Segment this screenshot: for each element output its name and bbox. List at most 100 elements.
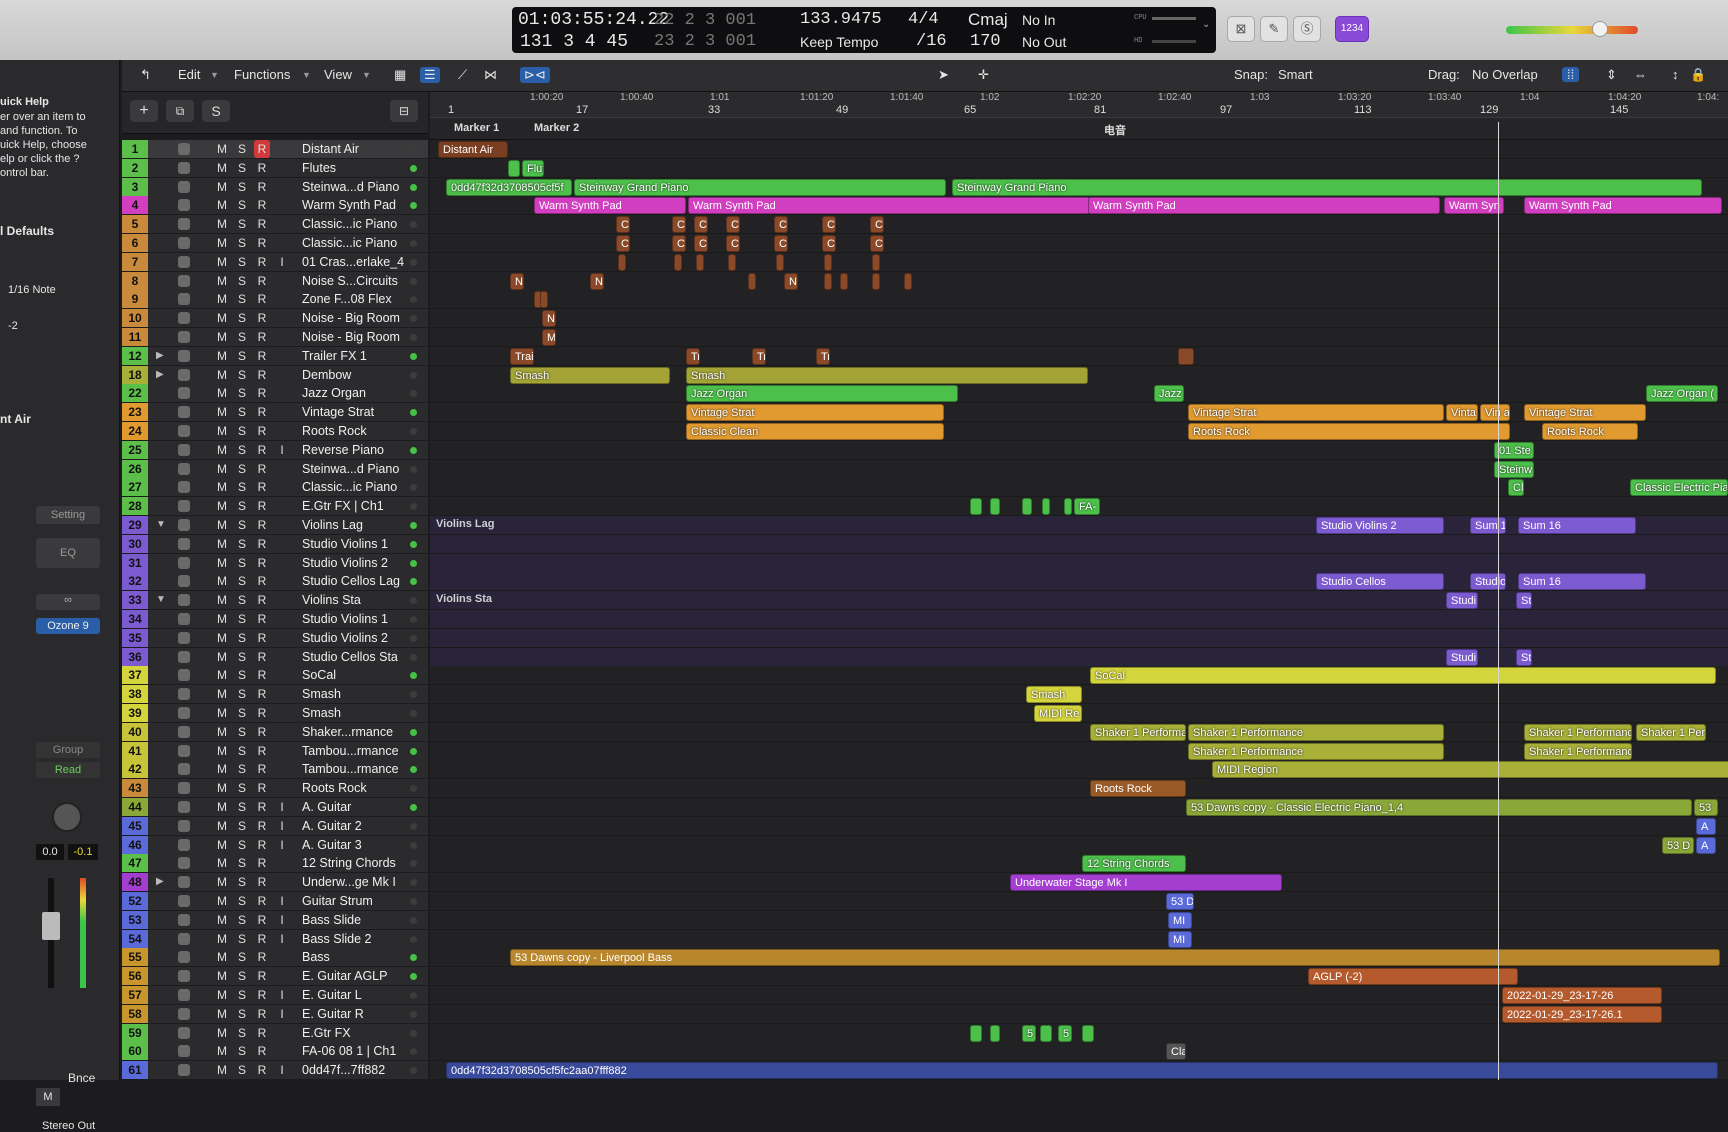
solo-button[interactable]: S (234, 817, 250, 835)
track-header[interactable]: 33 ▼ M S R Violins Sta (122, 591, 428, 611)
mute-button[interactable]: M (214, 441, 230, 459)
eq-button[interactable]: EQ (36, 538, 100, 568)
record-button[interactable]: R (254, 347, 270, 365)
record-button[interactable]: R (254, 1024, 270, 1042)
waveform-zoom-icon[interactable]: ⁞⁞ (1562, 67, 1580, 82)
solo-button[interactable]: S (234, 384, 250, 402)
count-in-badge[interactable]: 1234 (1335, 16, 1369, 42)
region[interactable]: Classic Clean (686, 423, 944, 440)
record-button[interactable]: R (254, 159, 270, 177)
region[interactable]: Cla (1166, 1043, 1186, 1061)
region[interactable] (1064, 498, 1072, 516)
region[interactable] (872, 272, 880, 290)
mute-button[interactable]: M (214, 760, 230, 778)
input-monitor-button[interactable]: I (274, 1061, 290, 1079)
track-header[interactable]: 31 M S R Studio Violins 2 (122, 553, 428, 573)
mute-button[interactable]: M (214, 347, 230, 365)
region[interactable]: N (510, 272, 524, 290)
expand-arrow-icon[interactable]: ▶ (156, 366, 164, 384)
solo-button[interactable]: S (234, 441, 250, 459)
region[interactable]: Cl (726, 235, 740, 252)
marker[interactable]: Marker 2 (534, 122, 579, 134)
record-button[interactable]: R (254, 1042, 270, 1060)
record-button[interactable]: R (254, 384, 270, 402)
region[interactable]: 0dd47f32d3708505cf5fc2aa07fff882 (446, 1062, 1718, 1080)
track-header[interactable]: 2 M S R Flutes (122, 158, 428, 178)
mute-button[interactable]: M (214, 253, 230, 271)
record-button[interactable]: R (254, 685, 270, 703)
lock-icon[interactable]: 🔒 (1690, 67, 1706, 83)
mute-button[interactable]: M (214, 309, 230, 327)
record-button[interactable]: R (254, 911, 270, 929)
record-button[interactable]: R (254, 422, 270, 440)
mute-button[interactable]: M (214, 967, 230, 985)
track-header[interactable]: 6 M S R Classic...ic Piano (122, 234, 428, 253)
volume-fader[interactable] (42, 912, 60, 940)
record-button[interactable]: R (254, 460, 270, 478)
crosshair-tool-icon[interactable]: ✛ (978, 67, 989, 83)
mute-button[interactable]: M (214, 610, 230, 628)
region[interactable]: Roots Rock (1090, 780, 1186, 798)
region[interactable] (540, 291, 548, 309)
region[interactable]: Studio Cellos (1316, 573, 1444, 591)
solo-button[interactable]: S (234, 309, 250, 327)
region[interactable]: Cl (870, 216, 884, 234)
edit-menu[interactable]: Edit (178, 67, 200, 82)
track-header[interactable]: 36 M S R Studio Cellos Sta (122, 647, 428, 667)
mute-button[interactable]: M (214, 873, 230, 891)
mute-button[interactable]: M (214, 648, 230, 666)
list-view-icon[interactable]: ☰ (420, 67, 440, 83)
grid-view-icon[interactable]: ▦ (394, 67, 406, 83)
flex-icon[interactable]: ⋈ (484, 67, 497, 83)
mute-button[interactable]: M (214, 836, 230, 854)
region[interactable] (696, 253, 704, 271)
solo-button[interactable]: S (234, 140, 250, 158)
region[interactable] (508, 159, 520, 177)
solo-button[interactable]: S (234, 948, 250, 966)
mute-button[interactable]: M (214, 704, 230, 722)
pointer-tool-icon[interactable]: ➤ (938, 67, 949, 83)
marker-row[interactable]: Marker 1 Marker 2 电音 (430, 118, 1728, 140)
track-header[interactable]: 29 ▼ M S R Violins Lag (122, 516, 428, 535)
track-header[interactable]: 1 M S R Distant Air (122, 140, 428, 159)
back-icon[interactable]: ↰ (140, 67, 151, 83)
region[interactable]: Tr (686, 347, 700, 365)
track-header[interactable]: 11 M S R Noise - Big Room (122, 328, 428, 347)
record-button[interactable]: R (254, 836, 270, 854)
track-header[interactable]: 34 M S R Studio Violins 1 (122, 610, 428, 629)
track-header[interactable]: 12 ▶ M S R Trailer FX 1 (122, 346, 428, 366)
input-monitor-button[interactable]: I (274, 798, 290, 816)
mute-button[interactable]: M (214, 742, 230, 760)
mute-button[interactable]: M (214, 403, 230, 421)
record-button[interactable]: R (254, 666, 270, 684)
solo-button[interactable]: S (234, 215, 250, 233)
record-button[interactable]: R (254, 497, 270, 515)
catch-icon[interactable]: ⊳⊲ (520, 67, 550, 83)
track-header[interactable]: 10 M S R Noise - Big Room (122, 309, 428, 329)
region[interactable]: Cl (694, 235, 708, 252)
solo-button[interactable]: S (234, 554, 250, 572)
solo-button[interactable]: S (234, 159, 250, 177)
playhead[interactable] (1498, 122, 1499, 1080)
mute-button[interactable]: M (214, 629, 230, 647)
region[interactable]: Vintage Strat (686, 404, 944, 422)
record-button[interactable]: R (254, 892, 270, 910)
tuner-icon[interactable]: ✎ (1260, 16, 1288, 42)
record-button[interactable]: R (254, 535, 270, 553)
mute-button[interactable]: M (214, 290, 230, 308)
solo-icon[interactable]: Ⓢ (1293, 16, 1321, 42)
region[interactable]: Smash (686, 366, 1088, 384)
region[interactable]: Warm Syn (1444, 197, 1504, 215)
mute-button[interactable]: M (214, 1005, 230, 1023)
mute-button[interactable]: M (214, 854, 230, 872)
region[interactable]: Tr (752, 347, 766, 365)
mute-button[interactable]: M (214, 779, 230, 797)
track-header[interactable]: 32 M S R Studio Cellos Lag (122, 572, 428, 592)
mute-button[interactable]: M (214, 535, 230, 553)
mute-button[interactable]: M (214, 384, 230, 402)
track-header[interactable]: 44 M S R I A. Guitar (122, 798, 428, 817)
region[interactable]: Shaker 1 Performance (1188, 742, 1444, 760)
track-header[interactable]: 60 M S R FA-06 08 1 | Ch1 (122, 1042, 428, 1062)
region[interactable]: 5 (1058, 1024, 1072, 1042)
region[interactable]: 01 Ste (1494, 441, 1534, 459)
